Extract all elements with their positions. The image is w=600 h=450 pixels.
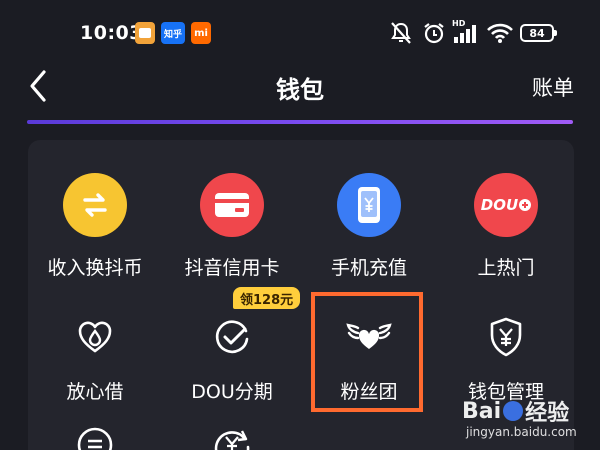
grid-item-label: 放心借 (66, 381, 124, 403)
page-title: 钱包 (276, 76, 324, 104)
list-circle-icon[interactable] (75, 425, 115, 450)
grid-item-label: 手机充值 (330, 257, 407, 279)
mi-app-icon: mi (191, 22, 211, 44)
heart-drop-icon (69, 311, 121, 363)
grid-item-label: 抖音信用卡 (184, 257, 280, 279)
promo-badge: 领128元 (233, 287, 301, 309)
grid-item-credit-card[interactable]: 抖音信用卡 (167, 173, 297, 303)
zhihu-app-icon: 知乎 (161, 22, 185, 44)
grid-item-dou-plus[interactable]: DOU 上热门 (441, 173, 571, 303)
bill-button[interactable]: 账单 (532, 72, 574, 102)
app-header: 钱包 账单 (0, 62, 600, 112)
credit-card-icon (200, 173, 264, 237)
exchange-arrows-icon (63, 173, 127, 237)
dou-plus-icon: DOU (474, 173, 538, 237)
grid-item-label: DOU分期 (191, 381, 273, 403)
check-circle-icon (206, 311, 258, 363)
grid-item-label: 收入换抖币 (47, 257, 143, 279)
yuan-refresh-icon[interactable] (212, 425, 252, 450)
phone-yuan-icon (337, 173, 401, 237)
mute-bell-icon (391, 22, 411, 44)
grid-item-label: 上热门 (477, 257, 535, 279)
status-bar: 10:03 知乎 mi HD 84 (0, 0, 600, 62)
grid-item-fan-club[interactable]: 粉丝团 (304, 305, 434, 435)
grid-item-dou-installment[interactable]: DOU分期 (167, 305, 297, 435)
winged-heart-icon (343, 311, 395, 363)
grid-item-fangxin-loan[interactable]: 放心借 (30, 305, 160, 435)
grid-item-wallet-management[interactable]: 钱包管理 (441, 305, 571, 435)
grid-item-label: 钱包管理 (467, 381, 544, 403)
battery-indicator: 84 (520, 24, 557, 42)
grid-item-income-exchange[interactable]: 收入换抖币 (30, 173, 160, 303)
shield-yuan-icon (480, 311, 532, 363)
signal-strength-icon (454, 25, 476, 43)
status-time: 10:03 (80, 22, 143, 44)
header-accent-divider (27, 120, 573, 124)
grid-item-phone-topup[interactable]: 手机充值 (304, 173, 434, 303)
alarm-clock-icon (424, 23, 444, 44)
wifi-icon (487, 23, 513, 43)
back-arrow-icon[interactable] (24, 68, 54, 104)
notification-app-icon (135, 22, 155, 44)
grid-item-label: 粉丝团 (340, 381, 398, 403)
